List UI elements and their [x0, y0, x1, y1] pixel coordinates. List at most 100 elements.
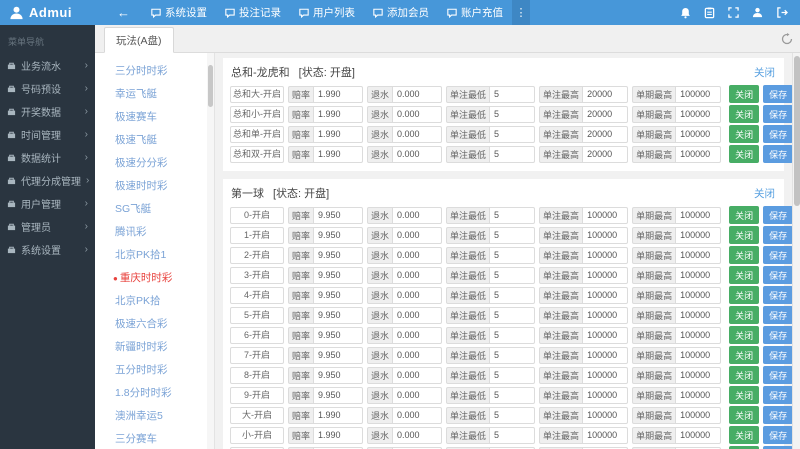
close-button[interactable]: 关闭	[729, 226, 759, 244]
sidebar-item[interactable]: 开奖数据 ›	[0, 100, 95, 123]
lottery-item[interactable]: 新疆时时彩	[95, 336, 214, 359]
save-button[interactable]: 保存	[763, 366, 793, 384]
rebate-input[interactable]	[392, 407, 442, 424]
rebate-input[interactable]	[392, 207, 442, 224]
min-bet-input[interactable]	[489, 106, 535, 123]
topbar-menu-item[interactable]: 添加会员	[364, 0, 438, 25]
period-max-input[interactable]	[675, 126, 721, 143]
save-button[interactable]: 保存	[763, 145, 793, 163]
row-name-toggle[interactable]: 大-开启	[230, 407, 284, 424]
min-bet-input[interactable]	[489, 207, 535, 224]
period-max-input[interactable]	[675, 347, 721, 364]
max-bet-input[interactable]	[582, 407, 628, 424]
lottery-item[interactable]: 极速分分彩	[95, 152, 214, 175]
odds-input[interactable]	[313, 367, 363, 384]
period-max-input[interactable]	[675, 146, 721, 163]
max-bet-input[interactable]	[582, 146, 628, 163]
sidebar-item[interactable]: 时间管理 ›	[0, 123, 95, 146]
period-max-input[interactable]	[675, 327, 721, 344]
max-bet-input[interactable]	[582, 427, 628, 444]
save-button[interactable]: 保存	[763, 386, 793, 404]
tab-gameplay-a[interactable]: 玩法(A盘)	[104, 27, 174, 53]
lottery-item[interactable]: 三分时时彩	[95, 60, 214, 83]
odds-input[interactable]	[313, 247, 363, 264]
save-button[interactable]: 保存	[763, 226, 793, 244]
min-bet-input[interactable]	[489, 427, 535, 444]
odds-input[interactable]	[313, 267, 363, 284]
close-button[interactable]: 关闭	[729, 246, 759, 264]
period-max-input[interactable]	[675, 307, 721, 324]
max-bet-input[interactable]	[582, 227, 628, 244]
max-bet-input[interactable]	[582, 126, 628, 143]
lottery-item[interactable]: 极速赛车	[95, 106, 214, 129]
row-name-toggle[interactable]: 总和单-开启	[230, 126, 284, 143]
rebate-input[interactable]	[392, 427, 442, 444]
logout-icon[interactable]	[776, 7, 788, 18]
close-button[interactable]: 关闭	[729, 105, 759, 123]
min-bet-input[interactable]	[489, 387, 535, 404]
period-max-input[interactable]	[675, 267, 721, 284]
period-max-input[interactable]	[675, 106, 721, 123]
max-bet-input[interactable]	[582, 307, 628, 324]
rebate-input[interactable]	[392, 106, 442, 123]
odds-input[interactable]	[313, 207, 363, 224]
lottery-item[interactable]: 幸运飞艇	[95, 83, 214, 106]
save-button[interactable]: 保存	[763, 406, 793, 424]
close-button[interactable]: 关闭	[729, 266, 759, 284]
sidebar-item[interactable]: 系统设置 ›	[0, 238, 95, 261]
rebate-input[interactable]	[392, 367, 442, 384]
rebate-input[interactable]	[392, 247, 442, 264]
close-button[interactable]: 关闭	[729, 306, 759, 324]
close-button[interactable]: 关闭	[729, 326, 759, 344]
max-bet-input[interactable]	[582, 86, 628, 103]
close-button[interactable]: 关闭	[729, 386, 759, 404]
lottery-item[interactable]: 极速时时彩	[95, 175, 214, 198]
refresh-icon[interactable]	[781, 33, 793, 45]
row-name-toggle[interactable]: 2-开启	[230, 247, 284, 264]
topbar-menu-item[interactable]: 账户充值	[438, 0, 512, 25]
close-button[interactable]: 关闭	[729, 145, 759, 163]
save-button[interactable]: 保存	[763, 286, 793, 304]
rebate-input[interactable]	[392, 227, 442, 244]
row-name-toggle[interactable]: 4-开启	[230, 287, 284, 304]
lottery-item[interactable]: 1.8分时时彩	[95, 382, 214, 405]
max-bet-input[interactable]	[582, 347, 628, 364]
row-name-toggle[interactable]: 7-开启	[230, 347, 284, 364]
clipboard-icon[interactable]	[704, 7, 715, 19]
max-bet-input[interactable]	[582, 247, 628, 264]
rebate-input[interactable]	[392, 307, 442, 324]
rebate-input[interactable]	[392, 387, 442, 404]
row-name-toggle[interactable]: 小-开启	[230, 427, 284, 444]
min-bet-input[interactable]	[489, 407, 535, 424]
odds-input[interactable]	[313, 307, 363, 324]
section-close-link[interactable]: 关闭	[754, 65, 775, 80]
sidebar-item[interactable]: 管理员 ›	[0, 215, 95, 238]
odds-input[interactable]	[313, 347, 363, 364]
odds-input[interactable]	[313, 427, 363, 444]
min-bet-input[interactable]	[489, 307, 535, 324]
topbar-menu-item[interactable]: 用户列表	[290, 0, 364, 25]
max-bet-input[interactable]	[582, 367, 628, 384]
close-button[interactable]: 关闭	[729, 206, 759, 224]
back-arrow-icon[interactable]: ←	[117, 5, 130, 20]
period-max-input[interactable]	[675, 427, 721, 444]
period-max-input[interactable]	[675, 367, 721, 384]
list-scrollbar-track[interactable]	[207, 53, 214, 449]
row-name-toggle[interactable]: 总和大-开启	[230, 86, 284, 103]
max-bet-input[interactable]	[582, 287, 628, 304]
topbar-menu-item[interactable]: 投注记录	[216, 0, 290, 25]
save-button[interactable]: 保存	[763, 326, 793, 344]
save-button[interactable]: 保存	[763, 85, 793, 103]
min-bet-input[interactable]	[489, 287, 535, 304]
rebate-input[interactable]	[392, 327, 442, 344]
odds-input[interactable]	[313, 126, 363, 143]
rebate-input[interactable]	[392, 267, 442, 284]
min-bet-input[interactable]	[489, 267, 535, 284]
period-max-input[interactable]	[675, 227, 721, 244]
topbar-menu-item[interactable]: 系统设置	[142, 0, 216, 25]
max-bet-input[interactable]	[582, 387, 628, 404]
main-scrollbar-thumb[interactable]	[794, 56, 800, 206]
min-bet-input[interactable]	[489, 247, 535, 264]
fullscreen-icon[interactable]	[728, 7, 739, 18]
save-button[interactable]: 保存	[763, 206, 793, 224]
